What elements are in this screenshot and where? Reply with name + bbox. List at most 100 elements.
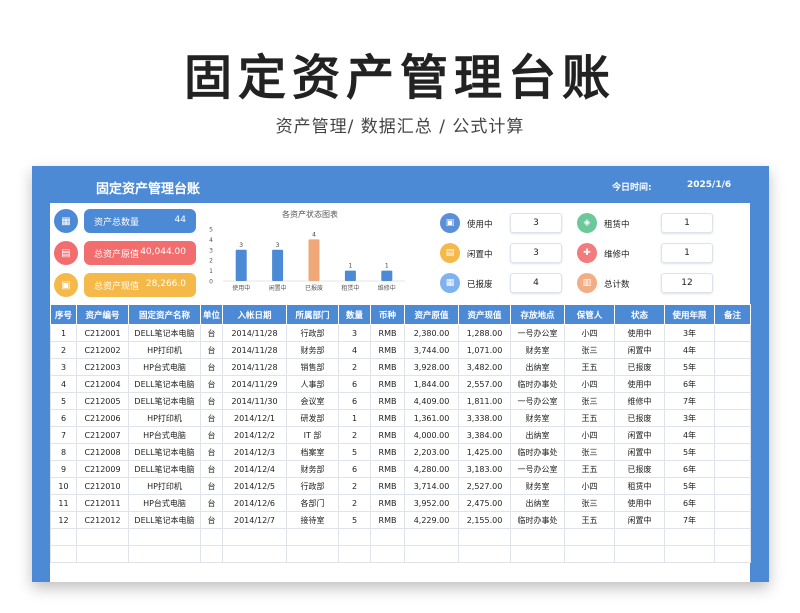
table-cell[interactable]: 小四 — [564, 426, 615, 444]
table-cell[interactable]: C212009 — [76, 460, 129, 478]
table-cell[interactable] — [76, 545, 129, 563]
table-cell[interactable] — [564, 545, 615, 563]
table-cell[interactable]: 3,928.00 — [404, 358, 459, 376]
table-cell[interactable]: 闲置中 — [614, 426, 665, 444]
table-cell[interactable]: HP打印机 — [128, 477, 201, 495]
table-cell[interactable]: 行政部 — [286, 477, 339, 495]
table-cell[interactable]: 3 — [338, 324, 371, 342]
table-cell[interactable]: 2,557.00 — [458, 375, 511, 393]
table-cell[interactable]: 3,744.00 — [404, 341, 459, 359]
table-cell[interactable]: 2014/11/28 — [222, 358, 287, 376]
table-cell[interactable]: C212005 — [76, 392, 129, 410]
current-value[interactable]: 28,266.0 — [146, 279, 186, 289]
table-cell[interactable]: 2 — [50, 341, 77, 359]
table-cell[interactable]: 台 — [200, 460, 223, 478]
column-header[interactable]: 单位 — [200, 304, 223, 325]
table-row[interactable]: 10 C212010 HP打印机台 2014/12/5 行政部 2 RMB 3,714.00 2… — [50, 477, 751, 495]
table-row[interactable]: 2 C212002 HP打印机台 2014/11/28 财务部 4 RMB 3,744.00 1… — [50, 341, 751, 359]
table-cell[interactable]: 一号办公室 — [510, 392, 565, 410]
table-cell[interactable]: 2,475.00 — [458, 494, 511, 512]
table-cell[interactable]: 2,203.00 — [404, 443, 459, 461]
column-header[interactable]: 所属部门 — [286, 304, 339, 325]
table-cell[interactable]: 1,288.00 — [458, 324, 511, 342]
table-cell[interactable] — [370, 528, 405, 546]
table-cell[interactable]: 已报废 — [614, 460, 665, 478]
table-cell[interactable]: 财务室 — [510, 341, 565, 359]
table-cell[interactable]: 临时办事处 — [510, 511, 565, 529]
table-cell[interactable] — [404, 545, 459, 563]
table-cell[interactable] — [200, 528, 223, 546]
table-cell[interactable] — [128, 528, 201, 546]
table-cell[interactable] — [664, 528, 715, 546]
empty-table-row[interactable] — [50, 528, 751, 546]
table-cell[interactable]: 2 — [338, 477, 371, 495]
table-cell[interactable]: 2 — [338, 494, 371, 512]
table-cell[interactable]: 接待室 — [286, 511, 339, 529]
table-cell[interactable]: 台 — [200, 511, 223, 529]
table-cell[interactable]: HP打印机 — [128, 409, 201, 427]
table-cell[interactable] — [564, 528, 615, 546]
table-cell[interactable]: IT 部 — [286, 426, 339, 444]
table-cell[interactable]: 台 — [200, 443, 223, 461]
table-cell[interactable]: RMB — [370, 409, 405, 427]
table-cell[interactable] — [200, 545, 223, 563]
table-cell[interactable]: 1,844.00 — [404, 375, 459, 393]
table-cell[interactable]: 使用中 — [614, 494, 665, 512]
table-cell[interactable]: HP打印机 — [128, 341, 201, 359]
table-cell[interactable]: 9 — [50, 460, 77, 478]
table-cell[interactable]: C212008 — [76, 443, 129, 461]
table-cell[interactable] — [286, 545, 339, 563]
table-cell[interactable]: C212003 — [76, 358, 129, 376]
table-cell[interactable]: 出纳室 — [510, 494, 565, 512]
table-cell[interactable] — [286, 528, 339, 546]
column-header[interactable]: 序号 — [50, 304, 77, 325]
table-cell[interactable]: RMB — [370, 443, 405, 461]
table-cell[interactable]: 财务室 — [510, 409, 565, 427]
table-cell[interactable]: C212007 — [76, 426, 129, 444]
table-cell[interactable]: 2,155.00 — [458, 511, 511, 529]
table-cell[interactable] — [664, 545, 715, 563]
table-cell[interactable]: 1 — [338, 409, 371, 427]
table-cell[interactable]: 1,071.00 — [458, 341, 511, 359]
table-cell[interactable]: 2014/12/1 — [222, 409, 287, 427]
table-cell[interactable]: 闲置中 — [614, 443, 665, 461]
table-cell[interactable]: 8 — [50, 443, 77, 461]
table-cell[interactable]: 1 — [50, 324, 77, 342]
table-cell[interactable]: 财务部 — [286, 460, 339, 478]
table-cell[interactable]: RMB — [370, 358, 405, 376]
table-row[interactable]: 1 C212001 DELL笔记本电脑台 2014/11/28 行政部 3 RMB 2,380… — [50, 324, 751, 342]
column-header[interactable]: 入帐日期 — [222, 304, 287, 325]
table-cell[interactable]: 4,229.00 — [404, 511, 459, 529]
idle-value[interactable]: 3 — [510, 243, 562, 263]
table-cell[interactable]: 4,280.00 — [404, 460, 459, 478]
table-cell[interactable] — [458, 528, 511, 546]
table-cell[interactable]: 财务室 — [510, 477, 565, 495]
table-cell[interactable]: 2014/12/3 — [222, 443, 287, 461]
table-row[interactable]: 8 C212008 DELL笔记本电脑台 2014/12/3 档案室 5 RMB 2,203.… — [50, 443, 751, 461]
repair-value[interactable]: 1 — [661, 243, 713, 263]
table-cell[interactable]: 已报废 — [614, 409, 665, 427]
table-cell[interactable]: 2,527.00 — [458, 477, 511, 495]
table-cell[interactable] — [510, 545, 565, 563]
table-row[interactable]: 4 C212004 DELL笔记本电脑台 2014/11/29 人事部 6 RMB 1,844… — [50, 375, 751, 393]
table-cell[interactable] — [714, 477, 751, 495]
table-cell[interactable]: RMB — [370, 324, 405, 342]
table-cell[interactable] — [510, 528, 565, 546]
column-header[interactable]: 币种 — [370, 304, 405, 325]
table-cell[interactable]: 出纳室 — [510, 426, 565, 444]
scrapped-value[interactable]: 4 — [510, 273, 562, 293]
table-cell[interactable]: C212001 — [76, 324, 129, 342]
table-cell[interactable]: 研发部 — [286, 409, 339, 427]
table-cell[interactable]: 3,384.00 — [458, 426, 511, 444]
table-cell[interactable]: 台 — [200, 324, 223, 342]
table-cell[interactable]: 2014/11/28 — [222, 324, 287, 342]
table-row[interactable]: 9 C212009 DELL笔记本电脑台 2014/12/4 财务部 6 RMB 4,280.… — [50, 460, 751, 478]
table-cell[interactable]: 出纳室 — [510, 358, 565, 376]
table-cell[interactable]: HP台式电脑 — [128, 494, 201, 512]
empty-table-row[interactable] — [50, 545, 751, 563]
table-cell[interactable]: 3,338.00 — [458, 409, 511, 427]
table-cell[interactable]: 11 — [50, 494, 77, 512]
table-cell[interactable]: 2014/12/4 — [222, 460, 287, 478]
table-cell[interactable]: C212010 — [76, 477, 129, 495]
table-cell[interactable]: 张三 — [564, 341, 615, 359]
